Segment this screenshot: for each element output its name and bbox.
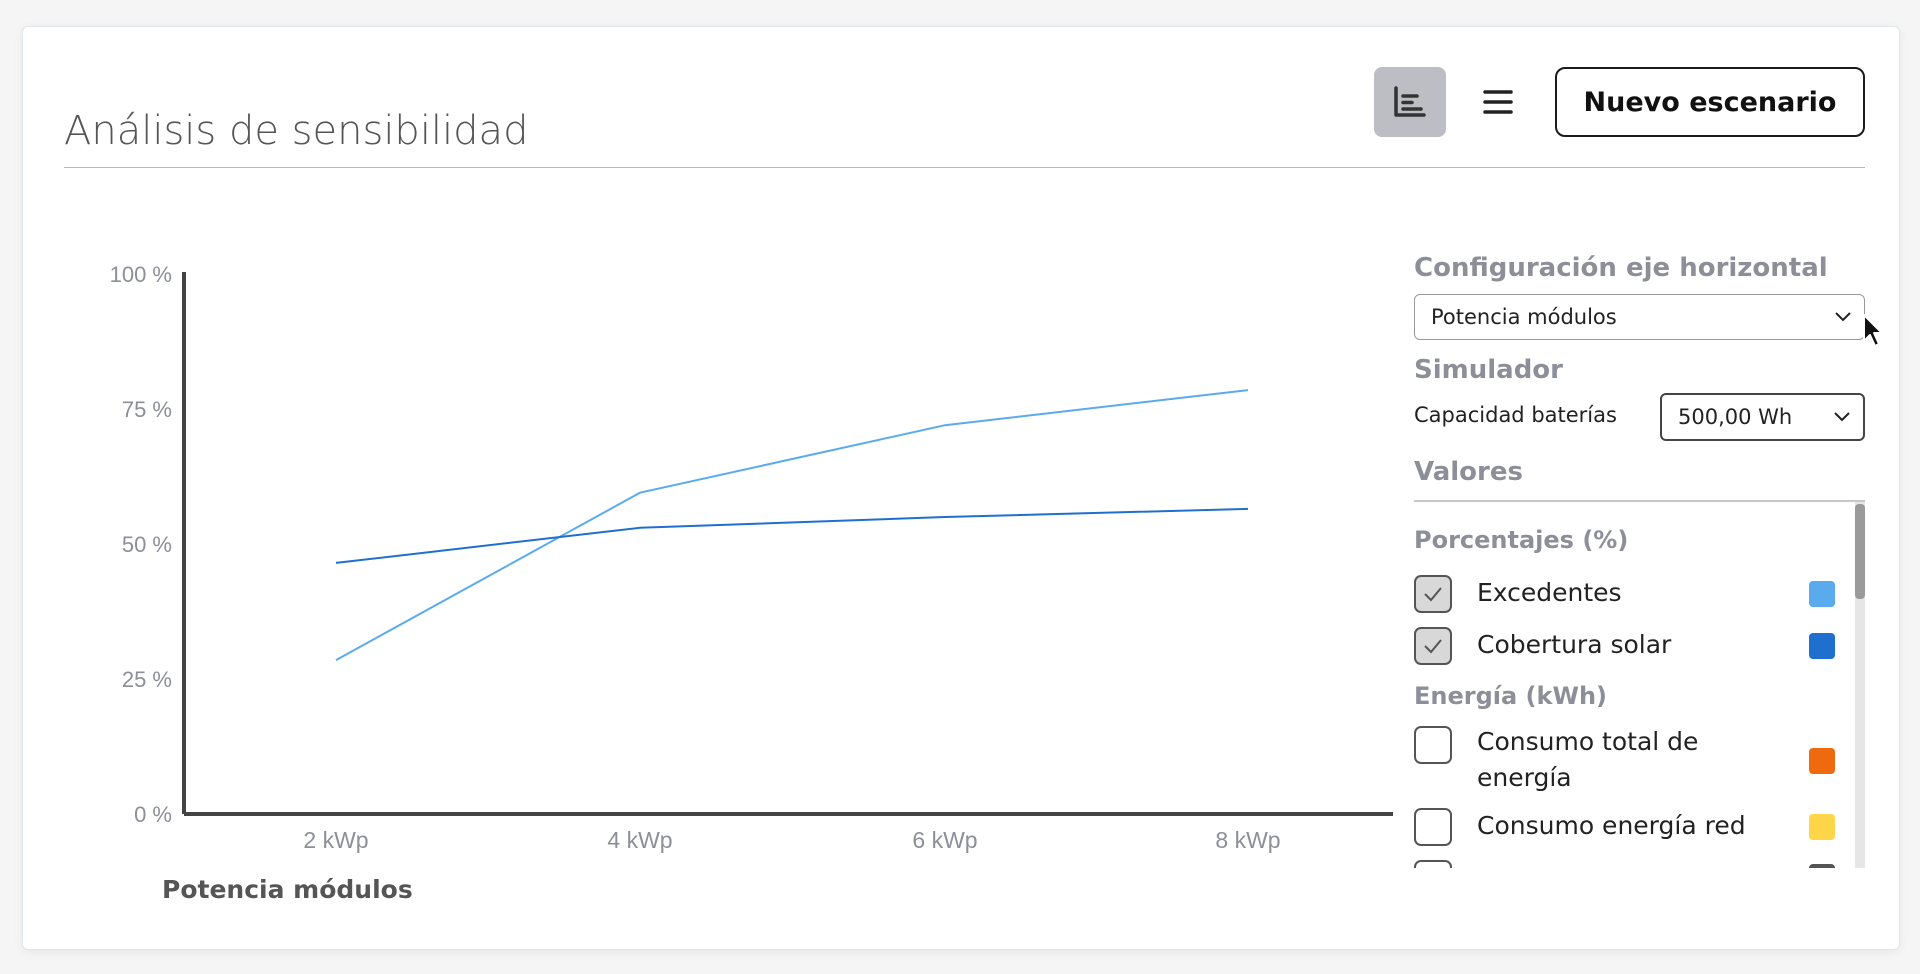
list-item-consumo-total[interactable]: Consumo total de energía [1414, 724, 1835, 804]
menu-icon [1483, 90, 1513, 114]
list-item-consumo-red[interactable]: Consumo energía red [1414, 806, 1835, 848]
color-swatch [1809, 864, 1835, 868]
checkbox-excedentes[interactable] [1414, 575, 1452, 613]
check-icon [1424, 639, 1442, 654]
list-view-button[interactable] [1463, 67, 1533, 137]
line-chart: 100 % 75 % 50 % 25 % 0 % 2 kWp 4 kWp 6 kWp 8 kWp [110, 262, 1393, 853]
y-tick-label: 50 % [122, 532, 172, 557]
color-swatch [1809, 581, 1835, 607]
battery-capacity-value: 500,00 Wh [1678, 405, 1793, 429]
scrollbar-thumb[interactable] [1855, 504, 1865, 599]
mouse-pointer-icon [1863, 314, 1883, 347]
values-scrollbar[interactable] [1855, 502, 1865, 868]
values-heading: Valores [1414, 457, 1523, 487]
battery-capacity-select[interactable]: 500,00 Wh [1660, 393, 1865, 441]
chevron-down-icon [1834, 412, 1850, 422]
axis-select[interactable]: Potencia módulos [1414, 294, 1865, 340]
list-item-cobertura-solar[interactable]: Cobertura solar [1414, 625, 1835, 667]
x-tick-label: 2 kWp [303, 827, 368, 853]
item-label: Excedentes [1477, 578, 1622, 607]
series-line-excedentes [335, 389, 1249, 661]
check-icon [1424, 587, 1442, 602]
y-tick-label: 75 % [122, 397, 172, 422]
x-axis-title: Potencia módulos [162, 875, 413, 904]
x-tick-label: 4 kWp [607, 827, 672, 853]
battery-capacity-row: Capacidad baterías 500,00 Wh [1414, 393, 1865, 441]
checkbox-consumo-red[interactable] [1414, 808, 1452, 846]
y-tick-label: 25 % [122, 667, 172, 692]
checkbox-cobertura-solar[interactable] [1414, 627, 1452, 665]
item-label: Cobertura solar [1477, 630, 1672, 659]
group-title-energy: Energía (kWh) [1414, 682, 1608, 710]
chart-view-button[interactable] [1374, 67, 1446, 137]
checkbox-consumo-total[interactable] [1414, 726, 1452, 764]
new-scenario-button[interactable]: Nuevo escenario [1555, 67, 1865, 137]
axis-select-value: Potencia módulos [1431, 305, 1617, 329]
group-title-percentages: Porcentajes (%) [1414, 526, 1629, 554]
color-swatch [1809, 814, 1835, 840]
header-divider [64, 167, 1865, 168]
list-item-next-partial[interactable] [1414, 858, 1835, 868]
y-tick-label: 100 % [110, 262, 172, 287]
bar-chart-icon [1394, 86, 1426, 117]
page-title: Análisis de sensibilidad [64, 108, 529, 154]
checkbox-next[interactable] [1414, 860, 1452, 868]
x-tick-label: 8 kWp [1215, 827, 1280, 853]
values-list[interactable]: Porcentajes (%) Excedentes Cobertura sol… [1414, 500, 1865, 868]
item-label: Consumo total de energía [1477, 727, 1699, 792]
axis-config-heading: Configuración eje horizontal [1414, 253, 1828, 283]
y-tick-label: 0 % [134, 802, 172, 827]
battery-capacity-label: Capacidad baterías [1414, 403, 1617, 427]
series-line-cobertura-solar [335, 507, 1249, 564]
simulator-heading: Simulador [1414, 355, 1563, 385]
chevron-down-icon [1835, 312, 1851, 322]
list-item-excedentes[interactable]: Excedentes [1414, 573, 1835, 615]
color-swatch [1809, 633, 1835, 659]
item-label: Consumo energía red [1477, 811, 1746, 840]
sensitivity-analysis-card: Análisis de sensibilidad Nuevo escenario… [22, 26, 1900, 950]
color-swatch [1809, 748, 1835, 774]
x-tick-label: 6 kWp [912, 827, 977, 853]
